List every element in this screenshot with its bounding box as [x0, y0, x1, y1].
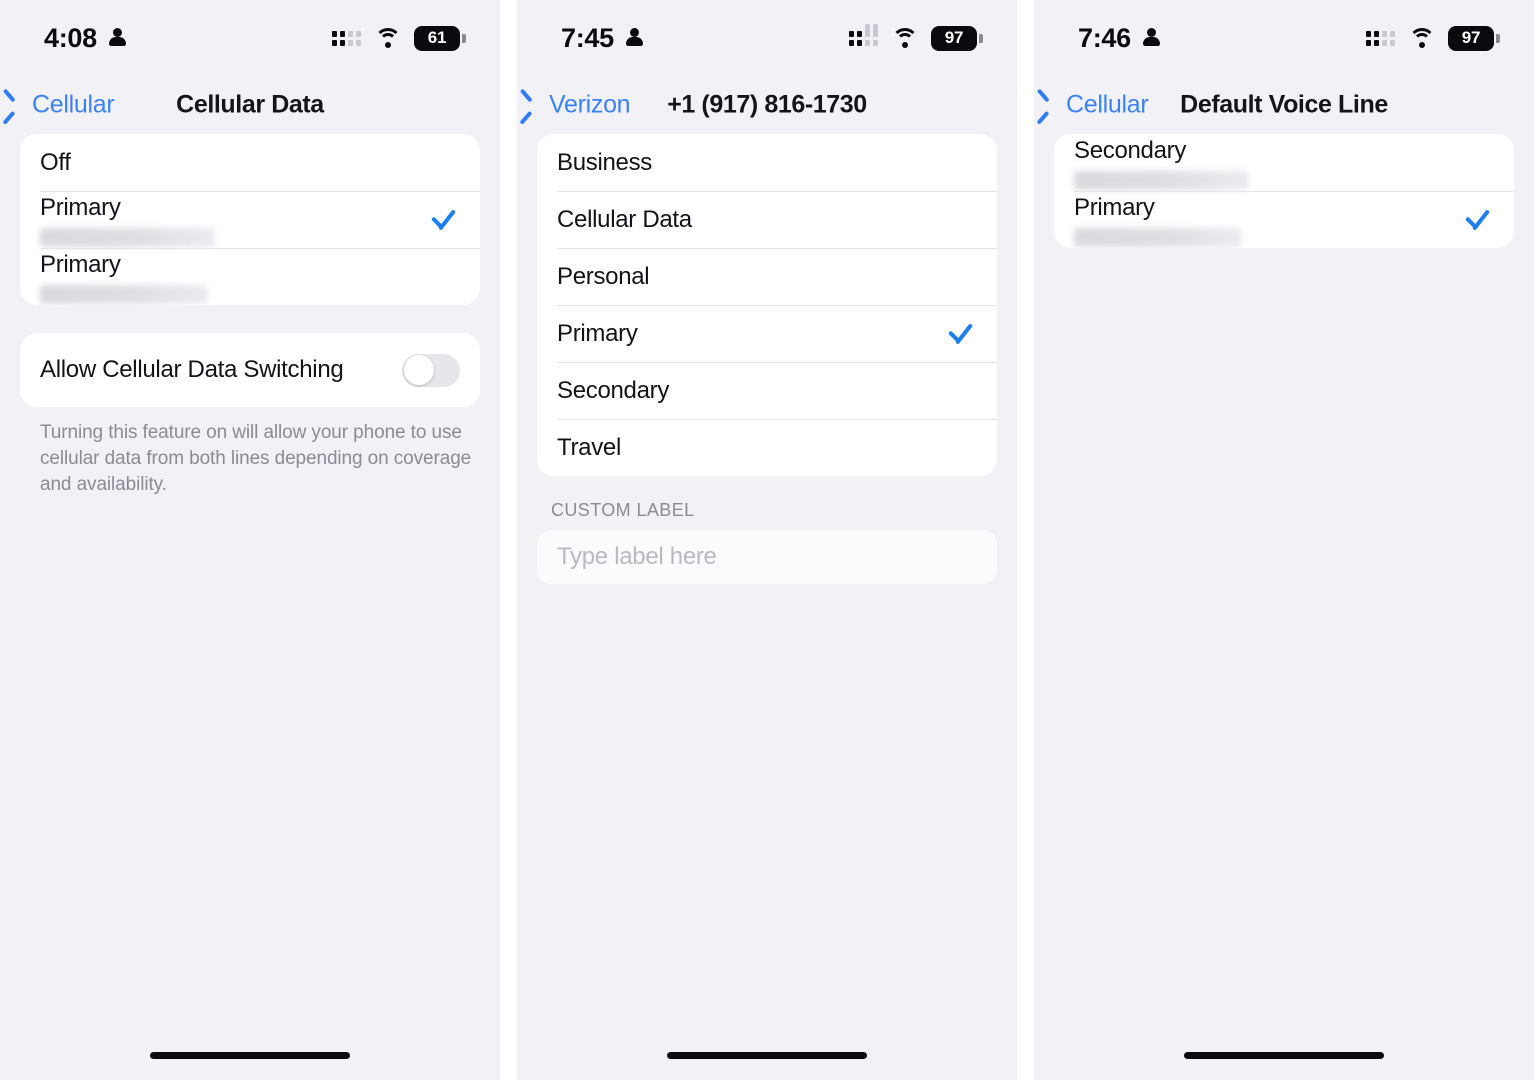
home-indicator — [150, 1052, 350, 1059]
status-bar-right: 97 — [849, 23, 983, 51]
wifi-icon — [1408, 28, 1435, 48]
label-options-list: Business Cellular Data Personal Primary … — [537, 134, 997, 476]
panel-divider — [1017, 0, 1034, 1080]
redacted-subtitle — [40, 227, 215, 247]
phone-screen-default-voice-line: 7:46 97 Cellular Default Voice Line Seco… — [1034, 0, 1534, 1080]
person-icon — [625, 27, 644, 49]
page-title: Cellular Data — [176, 90, 324, 119]
navigation-bar: Verizon +1 (917) 816-1730 — [517, 76, 1017, 134]
status-bar-left: 4:08 — [44, 22, 127, 53]
person-icon — [108, 27, 127, 49]
settings-content: Secondary Primary — [1034, 134, 1534, 1080]
list-item[interactable]: Personal — [537, 248, 997, 305]
page-title: Default Voice Line — [1180, 90, 1388, 119]
wifi-icon — [891, 28, 918, 48]
list-item[interactable]: Secondary — [537, 362, 997, 419]
redacted-subtitle — [1074, 170, 1249, 190]
battery-icon: 97 — [931, 25, 983, 51]
status-bar: 7:46 97 — [1034, 0, 1534, 76]
status-bar-right: 61 — [332, 25, 466, 51]
list-item-title: Personal — [557, 262, 650, 290]
allow-cellular-data-switching-toggle[interactable] — [402, 353, 460, 387]
status-bar-clock: 7:45 — [561, 22, 614, 53]
navigation-bar: Cellular Default Voice Line — [1034, 76, 1534, 134]
list-item[interactable]: Business — [537, 134, 997, 191]
list-item[interactable]: Secondary — [1054, 134, 1514, 191]
list-item-title: Off — [40, 148, 71, 176]
page-title: +1 (917) 816-1730 — [667, 90, 867, 119]
list-item-title: Cellular Data — [557, 205, 692, 233]
list-item-title: Primary — [557, 319, 638, 347]
phone-screen-cellular-data: 4:08 61 Cellular Cellular Data Off Prima… — [0, 0, 500, 1080]
status-bar-clock: 4:08 — [44, 22, 97, 53]
allow-cellular-data-switching-row[interactable]: Allow Cellular Data Switching — [20, 333, 480, 407]
custom-label-input[interactable] — [557, 543, 977, 571]
phone-screen-line-label: 7:45 97 Verizon +1 (917) 816-1730 Busine… — [517, 0, 1017, 1080]
redacted-subtitle — [1074, 227, 1242, 247]
wifi-icon — [374, 28, 401, 48]
list-item[interactable]: Primary — [537, 305, 997, 362]
custom-label-field-container[interactable] — [537, 530, 997, 584]
list-item[interactable]: Primary — [20, 248, 480, 305]
list-item[interactable]: Primary — [1054, 191, 1514, 248]
list-item[interactable]: Off — [20, 134, 480, 191]
list-item-title: Secondary — [1074, 136, 1187, 164]
list-item[interactable]: Travel — [537, 419, 997, 476]
battery-percent: 97 — [944, 28, 964, 47]
person-icon — [1142, 27, 1161, 49]
cellular-data-line-list: Off Primary Primary — [20, 134, 480, 305]
list-item-title: Travel — [557, 433, 621, 461]
battery-icon: 61 — [414, 25, 466, 51]
checkmark-icon — [947, 321, 973, 347]
toggle-row-label: Allow Cellular Data Switching — [40, 356, 344, 383]
custom-label-section-header: CUSTOM LABEL — [551, 500, 695, 520]
status-bar: 4:08 61 — [0, 0, 500, 76]
battery-percent: 61 — [427, 28, 447, 47]
home-indicator — [1184, 1052, 1384, 1059]
checkmark-icon — [430, 207, 456, 233]
list-item-title: Business — [557, 148, 652, 176]
list-item[interactable]: Primary — [20, 191, 480, 248]
status-bar-right: 97 — [1366, 25, 1500, 51]
list-item-title: Primary — [40, 193, 121, 221]
list-item[interactable]: Cellular Data — [537, 191, 997, 248]
list-item-title: Primary — [1074, 193, 1155, 221]
settings-content: Off Primary Primary Allow Cellular Data … — [0, 134, 500, 1080]
settings-content: Business Cellular Data Personal Primary … — [517, 134, 1017, 1080]
checkmark-icon — [1464, 207, 1490, 233]
status-bar: 7:45 97 — [517, 0, 1017, 76]
list-item-title: Secondary — [557, 376, 670, 404]
redacted-subtitle — [40, 284, 208, 304]
screenshot-triptych: 4:08 61 Cellular Cellular Data Off Prima… — [0, 0, 1534, 1080]
cellular-signal-icon — [849, 23, 878, 46]
cellular-data-switching-card: Allow Cellular Data Switching — [20, 333, 480, 407]
battery-icon: 97 — [1448, 25, 1500, 51]
battery-percent: 97 — [1461, 28, 1481, 47]
default-voice-line-list: Secondary Primary — [1054, 134, 1514, 248]
cellular-signal-icon — [1366, 30, 1395, 46]
status-bar-left: 7:46 — [1078, 22, 1161, 53]
cellular-signal-icon — [332, 30, 361, 46]
navigation-bar: Cellular Cellular Data — [0, 76, 500, 134]
list-item-title: Primary — [40, 250, 121, 278]
panel-divider — [500, 0, 517, 1080]
home-indicator — [667, 1052, 867, 1059]
section-footnote: Turning this feature on will allow your … — [40, 422, 472, 496]
status-bar-clock: 7:46 — [1078, 22, 1131, 53]
status-bar-left: 7:45 — [561, 22, 644, 53]
